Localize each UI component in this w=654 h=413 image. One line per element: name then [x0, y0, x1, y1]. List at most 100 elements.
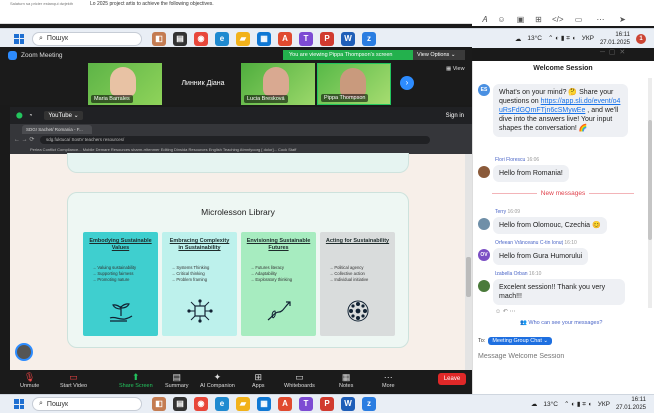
word-icon[interactable]: W — [341, 31, 355, 46]
who-can-see-label: Who can see your messages? — [528, 320, 603, 326]
microlesson-card-acting[interactable]: Acting for Sustainability Political agen… — [320, 232, 395, 336]
edge-icon[interactable]: e — [215, 31, 229, 46]
browser-tab[interactable]: SDG! Sachet/ Romania - F... — [22, 125, 92, 134]
chat-scrollbar-thumb[interactable] — [648, 120, 652, 240]
clock-date: 27.01.2025 — [615, 405, 646, 411]
nav-icons[interactable]: ← → ⟳ — [14, 136, 34, 143]
start-icon[interactable] — [14, 399, 24, 409]
reaction-icons[interactable]: ☺ ↶ ⋯ — [495, 308, 516, 315]
card-title: Embracing Complexity in Sustainability — [169, 238, 230, 251]
news-icon[interactable]: ◧ — [152, 397, 166, 411]
summary-icon: ▤ — [172, 372, 182, 382]
shield-icon: ⬤ — [16, 113, 23, 119]
zoom-icon[interactable]: z — [362, 31, 376, 46]
card-title: Acting for Sustainability — [325, 238, 390, 244]
text-format-icon[interactable]: 𝐴 — [480, 15, 489, 24]
participant-tile-1[interactable]: Линник Діана — [167, 63, 239, 105]
notes-button[interactable]: ▦ Notes — [339, 371, 353, 389]
page-scrollbar-thumb[interactable] — [466, 257, 471, 297]
teams-icon[interactable]: T — [299, 397, 313, 411]
more-icon[interactable]: ⋯ — [596, 15, 605, 24]
store-icon[interactable]: ▦ — [257, 397, 271, 411]
pdf-icon[interactable]: A — [278, 31, 292, 46]
youtube-dropdown[interactable]: YouTube ⌄ — [44, 111, 83, 120]
news-icon[interactable]: ◧ — [152, 31, 166, 46]
clock[interactable]: 16:11 27.01.2025 — [600, 31, 630, 47]
powerpoint-icon[interactable]: P — [320, 31, 334, 46]
apps-icon: ⊞ — [254, 372, 263, 382]
emoji-icon[interactable]: ☺ — [497, 15, 506, 24]
card-item: Problem framing — [171, 277, 232, 283]
gif-icon[interactable]: ▣ — [516, 15, 525, 24]
ai-companion-button[interactable]: ✦ AI Companion — [200, 371, 235, 389]
files-icon[interactable]: ▰ — [236, 397, 250, 411]
message-sender: Terry 16:09 — [495, 209, 520, 215]
taskbar-apps: ◧ ▤ ◉ e ▰ ▦ A T P W z — [152, 397, 376, 411]
task-view-icon[interactable]: ▤ — [173, 397, 187, 411]
view-options-label: View Options — [417, 52, 450, 58]
summary-button[interactable]: ▤ Summary — [165, 371, 189, 389]
view-options-button[interactable]: View Options ⌄ — [413, 50, 465, 60]
chat-message: What's on your mind? 🤔 Share your questi… — [493, 84, 628, 137]
community-icon — [347, 300, 369, 322]
view-label: View — [452, 66, 465, 72]
taskbar-search[interactable]: ⌕ Пошук — [32, 31, 142, 46]
microlesson-card-complexity[interactable]: Embracing Complexity in Sustainability S… — [162, 232, 237, 336]
sender-name: Flori Florescu — [495, 157, 526, 163]
participant-tile-2[interactable]: Lucia Bresková — [241, 63, 315, 105]
word-icon[interactable]: W — [341, 397, 355, 411]
avatar — [478, 218, 490, 230]
microlesson-card-values[interactable]: Embodying Sustainable Values Valuing sus… — [83, 232, 158, 336]
share-screen-button[interactable]: ⬆ Share Screen — [119, 371, 153, 389]
network-chip-icon — [187, 299, 213, 323]
window-controls[interactable]: ─ ▢ ✕ — [600, 48, 625, 56]
taskbar-search[interactable]: ⌕ Пошук — [32, 397, 142, 411]
more-button[interactable]: ⋯ More — [382, 371, 395, 389]
powerpoint-icon[interactable]: P — [320, 397, 334, 411]
language[interactable]: УКР — [598, 401, 610, 408]
chrome-icon[interactable]: ◉ — [194, 31, 208, 46]
apps-button[interactable]: ⊞ Apps — [252, 371, 265, 389]
view-button[interactable]: ▦ View — [446, 66, 465, 72]
search-icon: ⌕ — [39, 400, 43, 407]
microlesson-card-futures[interactable]: Envisioning Sustainable Futures Futures … — [241, 232, 316, 336]
leave-button[interactable]: Leave — [438, 373, 466, 385]
chrome-icon[interactable]: ◉ — [194, 397, 208, 411]
presenter-avatar[interactable] — [15, 343, 33, 361]
file-icon[interactable]: ▭ — [574, 15, 583, 24]
recipient-dropdown[interactable]: Meeting Group Chat ⌄ — [488, 337, 553, 345]
screenshot-icon[interactable]: ⊞ — [534, 15, 543, 24]
to-label: To: — [478, 338, 486, 344]
whiteboards-button[interactable]: ▭ Whiteboards — [284, 371, 315, 389]
message-input[interactable] — [478, 349, 648, 363]
language[interactable]: УКР — [582, 35, 594, 42]
url-field[interactable]: sdg.fuktuca/ SostV teachers resources/ — [40, 135, 430, 144]
zoom-icon[interactable]: z — [362, 397, 376, 411]
send-icon[interactable]: ➤ — [618, 15, 627, 24]
teams-icon[interactable]: T — [299, 31, 313, 46]
store-icon[interactable]: ▦ — [257, 31, 271, 46]
youtube-bar: ⬤ ◔ YouTube ⌄ Sign in — [10, 107, 472, 124]
code-icon[interactable]: </> — [552, 15, 564, 24]
pdf-icon[interactable]: A — [278, 397, 292, 411]
tray-icons[interactable]: ⌃ ◐ ▮ ⌗ ◖ — [548, 34, 576, 43]
who-can-see-link[interactable]: 👥 Who can see your messages? — [520, 320, 602, 326]
start-video-button[interactable]: ▭ Start Video — [60, 371, 87, 389]
participant-tile-3[interactable]: Pippa Thompson — [317, 63, 391, 105]
start-icon[interactable] — [14, 33, 24, 44]
unmute-button[interactable]: 🎙 Unmute — [20, 371, 39, 389]
next-participants-button[interactable]: › — [400, 76, 414, 90]
participant-name: Линник Діана — [181, 80, 225, 87]
clock[interactable]: 16:11 27.01.2025 — [616, 396, 646, 412]
tray-icons[interactable]: ⌃ ◐ ▮ ⌗ ◖ — [564, 400, 592, 409]
card-list: Systems Thinking Critical thinking Probl… — [171, 265, 232, 283]
edge-icon[interactable]: e — [215, 397, 229, 411]
task-view-icon[interactable]: ▤ — [173, 31, 187, 46]
participant-name: Maria Barrales — [91, 95, 133, 103]
participant-tile-0[interactable]: Maria Barrales — [88, 63, 162, 105]
notification-badge[interactable]: 1 — [636, 33, 646, 44]
files-icon[interactable]: ▰ — [236, 31, 250, 46]
weather-icon: ☁ — [514, 35, 522, 43]
notes-icon: ▦ — [341, 372, 351, 382]
sign-in-link[interactable]: Sign in — [446, 113, 464, 119]
